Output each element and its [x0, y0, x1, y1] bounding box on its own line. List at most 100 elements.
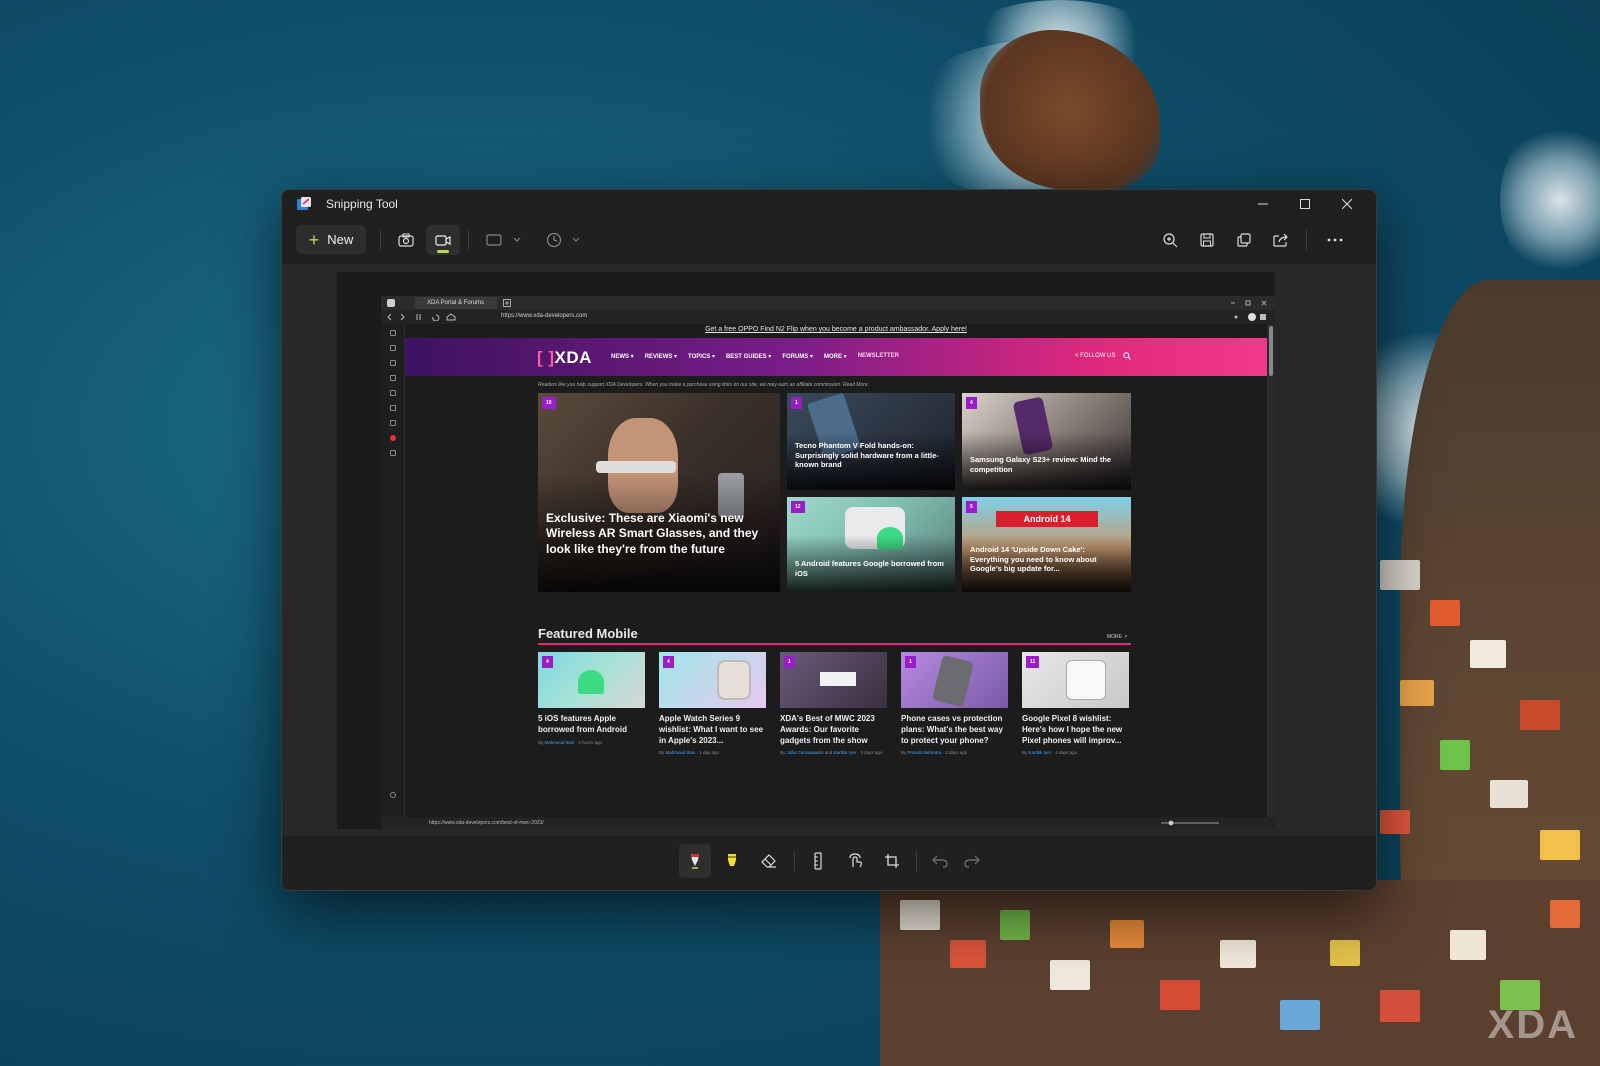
zoom-button[interactable] [1153, 225, 1187, 255]
article-byline: By Mahmoud Itani · 3 hours ago [538, 739, 603, 745]
close-button[interactable] [1326, 190, 1368, 218]
ruler-icon [814, 852, 822, 870]
comment-count-badge: 4 [542, 656, 553, 668]
author-link[interactable]: Karthik Iyer [834, 750, 857, 755]
article-thumbnail: 4 [538, 652, 645, 708]
captured-screenshot: XDA Portal & Forums https://www.xda-deve… [337, 272, 1275, 829]
xda-nav-bar: [ ]XDA NEWS ▾ REVIEWS ▾ TOPICS ▾ BEST GU… [405, 338, 1267, 376]
comment-count-badge: 10 [542, 397, 556, 409]
top-toolbar: + New [282, 222, 1376, 264]
save-button[interactable] [1190, 225, 1224, 255]
chevron-down-icon[interactable] [572, 236, 580, 244]
featured-card[interactable]: 11 Google Pixel 8 wishlist: Here's how I… [1022, 652, 1129, 755]
undo-button[interactable] [924, 844, 956, 878]
more-icon [1327, 238, 1343, 242]
nav-forums[interactable]: FORUMS ▾ [782, 353, 813, 360]
new-button[interactable]: + New [296, 225, 366, 254]
maximize-button[interactable] [1284, 190, 1326, 218]
page-scrollbar[interactable] [1267, 324, 1275, 817]
follow-us-link[interactable]: < FOLLOW US [1075, 353, 1116, 359]
touch-writing-button[interactable] [839, 844, 871, 878]
zoom-slider[interactable] [1141, 820, 1221, 826]
copy-button[interactable] [1227, 225, 1261, 255]
featured-more-link[interactable]: MORE ↗ [1107, 634, 1128, 640]
comment-count-badge: 12 [791, 501, 805, 513]
close-icon [1342, 199, 1352, 209]
share-button[interactable] [1264, 225, 1298, 255]
featured-card[interactable]: 1 XDA's Best of MWC 2023 Awards: Our fav… [780, 652, 887, 755]
minimize-button[interactable] [1242, 190, 1284, 218]
eraser-button[interactable] [753, 844, 785, 878]
markup-toolbar [282, 836, 1376, 890]
notes-icon [390, 390, 396, 396]
comment-count-badge: 1 [905, 656, 916, 668]
article-thumbnail: 4 [659, 652, 766, 708]
nav-best-guides[interactable]: BEST GUIDES ▾ [726, 353, 771, 360]
save-icon [1200, 233, 1214, 247]
ballpoint-pen-button[interactable] [679, 844, 711, 878]
article-title: Google Pixel 8 wishlist: Here's how I ho… [1022, 714, 1123, 745]
search-icon[interactable] [1123, 352, 1131, 360]
undo-icon [932, 855, 948, 868]
author-link[interactable]: Mahmoud Itani [545, 740, 575, 745]
nav-news[interactable]: NEWS ▾ [611, 353, 634, 360]
article-thumbnail: 1 [901, 652, 1008, 708]
promo-banner[interactable]: Get a free OPPO Find N2 Flip when you be… [405, 326, 1267, 333]
author-link[interactable]: Pranob Mehrotra [908, 750, 942, 755]
history-icon [390, 375, 396, 381]
video-icon [435, 235, 451, 246]
snip-shape-button[interactable] [477, 225, 511, 255]
hero-card-4[interactable]: 12 5 Android features Google borrowed fr… [787, 497, 955, 592]
window-title: Snipping Tool [326, 197, 398, 211]
ruler-button[interactable] [802, 844, 834, 878]
comment-count-badge: 4 [663, 656, 674, 668]
nav-links: NEWS ▾ REVIEWS ▾ TOPICS ▾ BEST GUIDES ▾ … [611, 353, 899, 360]
delay-button[interactable] [537, 225, 571, 255]
capture-canvas: XDA Portal & Forums https://www.xda-deve… [282, 264, 1376, 836]
xda-logo[interactable]: [ ]XDA [537, 348, 592, 368]
toolbar-divider [1306, 230, 1307, 250]
nav-reviews[interactable]: REVIEWS ▾ [645, 353, 677, 360]
nav-more[interactable]: MORE ▾ [824, 353, 847, 360]
android-14-banner: Android 14 [996, 511, 1098, 527]
vivaldi-icon [387, 299, 395, 307]
more-options-button[interactable] [1318, 225, 1352, 255]
ballpoint-pen-icon [691, 854, 699, 869]
featured-card[interactable]: 1 Phone cases vs protection plans: What'… [901, 652, 1008, 755]
scrollbar-thumb[interactable] [1269, 326, 1273, 376]
featured-card[interactable]: 4 Apple Watch Series 9 wishlist: What I … [659, 652, 766, 755]
screenshot-mode-button[interactable] [389, 225, 423, 255]
redo-button[interactable] [956, 844, 988, 878]
crop-icon [885, 854, 899, 868]
new-button-label: New [327, 232, 354, 247]
hero-title: 5 Android features Google borrowed from … [795, 559, 944, 578]
featured-card[interactable]: 4 5 iOS features Apple borrowed from And… [538, 652, 645, 745]
article-byline: By Karthik Iyer · 4 days ago [1022, 750, 1078, 756]
record-mode-button[interactable] [426, 225, 460, 255]
crop-button[interactable] [876, 844, 908, 878]
browser-address-bar: https://www.xda-developers.com [381, 310, 1275, 324]
toolbar-divider [468, 230, 469, 250]
hero-card-main[interactable]: 10 Exclusive: These are Xiaomi's new Wir… [538, 393, 780, 592]
article-thumbnail: 11 [1022, 652, 1129, 708]
vivaldi-panel-icon [390, 435, 396, 441]
hero-card-3[interactable]: 4 Samsung Galaxy S23+ review: Mind the c… [962, 393, 1131, 490]
nav-newsletter[interactable]: NEWSLETTER [858, 353, 899, 360]
comment-count-badge: 1 [784, 656, 795, 668]
author-link[interactable]: João Carrasqueira [787, 750, 824, 755]
featured-section-title: Featured Mobile [538, 626, 638, 641]
author-link[interactable]: Karthik Iyer [1029, 750, 1052, 755]
nav-topics[interactable]: TOPICS ▾ [688, 353, 715, 360]
share-icon [1273, 233, 1288, 247]
xda-watermark: XDA [1487, 1003, 1578, 1047]
article-byline: By Mahmoud Itani · 1 day ago [659, 750, 720, 756]
highlighter-button[interactable] [716, 844, 748, 878]
hero-card-5[interactable]: Android 14 5 Android 14 'Upside Down Cak… [962, 497, 1131, 592]
add-panel-icon [390, 450, 396, 456]
redo-icon [964, 855, 980, 868]
section-divider [538, 643, 1131, 645]
author-link[interactable]: Mahmoud Itani [666, 750, 696, 755]
hero-card-2[interactable]: 1 Tecno Phantom V Fold hands-on: Surpris… [787, 393, 955, 490]
chevron-down-icon[interactable] [513, 236, 521, 244]
browser-url: https://www.xda-developers.com [501, 313, 588, 319]
